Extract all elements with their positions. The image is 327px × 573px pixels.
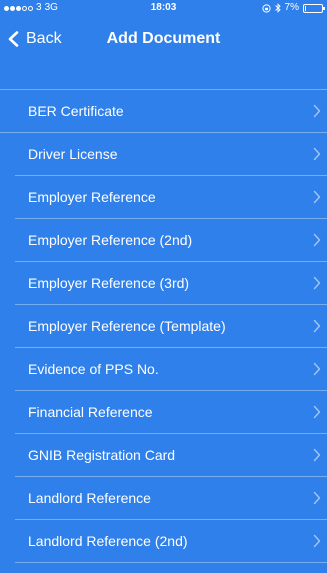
list-item-label: Landlord Reference [28,490,151,506]
chevron-right-icon [313,190,321,204]
rotation-lock-icon [261,3,271,13]
list-item[interactable]: Landlord Reference [15,477,327,520]
list-item[interactable]: Evidence of PPS No. [15,348,327,391]
chevron-right-icon [313,319,321,333]
page-title: Add Document [106,30,221,47]
chevron-right-icon [313,534,321,548]
add-document-screen: 3 3G 18:03 7% Back Add Document BER Cert… [0,0,327,573]
chevron-right-icon [313,147,321,161]
list-item-label: Financial Reference [28,404,153,420]
chevron-right-icon [313,276,321,290]
list-item-label: Evidence of PPS No. [28,361,159,377]
chevron-right-icon [313,448,321,462]
battery-fill [305,5,306,11]
list-item[interactable]: Landlord Reference (2nd) [15,520,327,563]
chevron-right-icon [313,104,321,118]
chevron-right-icon [313,405,321,419]
list-item[interactable]: Financial Reference [15,391,327,434]
chevron-right-icon [313,491,321,505]
list-item-label: Employer Reference (Template) [28,318,226,334]
battery-percent: 7% [284,2,299,13]
navigation-bar: Back Add Document [0,16,327,64]
list-item-label: Employer Reference (3rd) [28,275,190,291]
list-item-label: Employer Reference [28,189,156,205]
battery-icon [303,3,325,13]
list-item[interactable]: BER Certificate [0,90,327,133]
status-right: 7% [261,0,325,16]
bluetooth-icon [274,3,281,13]
list-item-label: Landlord Reference (2nd) [28,533,188,549]
list-item[interactable]: GNIB Registration Card [15,434,327,477]
list-item-label: Employer Reference (2nd) [28,232,193,248]
chevron-right-icon [313,362,321,376]
chevron-right-icon [313,233,321,247]
list-item-label: BER Certificate [28,103,124,119]
status-bar: 3 3G 18:03 7% [0,0,327,16]
list-item[interactable]: Employer Reference [15,176,327,219]
list-item[interactable]: Employer Reference (3rd) [15,262,327,305]
list-item[interactable]: Employer Reference (Template) [15,305,327,348]
list-item[interactable]: Employer Reference (2nd) [15,219,327,262]
list-item[interactable]: Driver License [15,133,327,176]
list-item-label: GNIB Registration Card [28,447,176,463]
list-item-label: Driver License [28,146,118,162]
document-type-list: BER Certificate Driver License Employer Re… [0,89,327,563]
